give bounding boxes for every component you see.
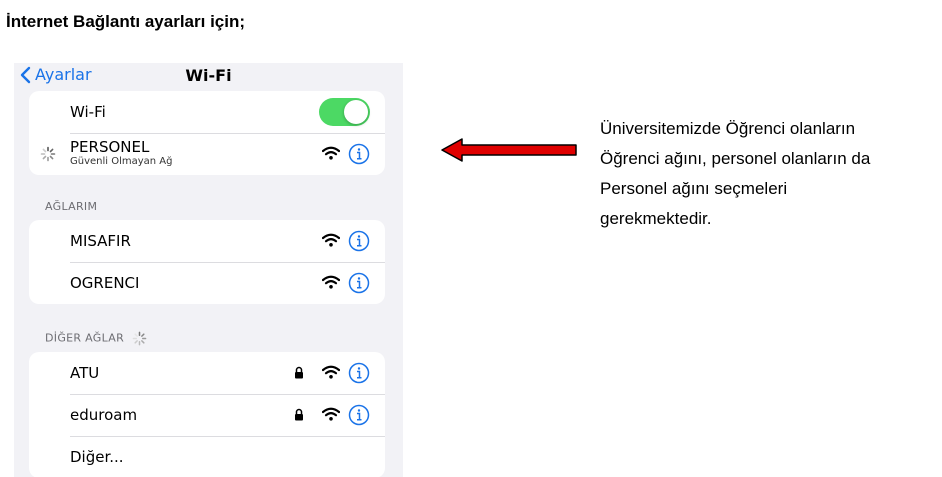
network-row[interactable]: ATU bbox=[29, 352, 385, 394]
wifi-settings-screenshot: Ayarlar Wi-Fi Wi-Fi PERSONEL Güvenli Olm… bbox=[14, 63, 403, 477]
current-network-subtitle: Güvenli Olmayan Ağ bbox=[70, 156, 173, 167]
wifi-group: Wi-Fi PERSONEL Güvenli Olmayan Ağ bbox=[29, 91, 385, 175]
other-networks-header-label: DİĞER AĞLAR bbox=[45, 331, 125, 345]
lock-icon bbox=[295, 366, 303, 379]
network-row[interactable]: eduroam bbox=[29, 394, 385, 436]
wifi-icon bbox=[322, 146, 340, 160]
network-name: OGRENCI bbox=[70, 274, 140, 292]
note-line: gerekmektedir. bbox=[600, 209, 712, 228]
wifi-toggle-row: Wi-Fi bbox=[29, 91, 385, 133]
wifi-icon bbox=[322, 407, 340, 421]
current-network-name: PERSONEL bbox=[70, 138, 150, 156]
note-line: Üniversitemizde Öğrenci olanların bbox=[600, 119, 856, 138]
toggle-knob bbox=[344, 100, 368, 124]
other-network-row[interactable]: Diğer... bbox=[29, 436, 385, 477]
wifi-icon bbox=[322, 365, 340, 379]
note-line: Personel ağını seçmeleri bbox=[600, 179, 788, 198]
spinner-icon bbox=[40, 146, 56, 162]
info-icon[interactable] bbox=[348, 404, 370, 426]
info-icon[interactable] bbox=[348, 230, 370, 252]
network-row[interactable]: OGRENCI bbox=[29, 262, 385, 304]
my-networks-header: AĞLARIM bbox=[45, 200, 98, 213]
current-network-row[interactable]: PERSONEL Güvenli Olmayan Ağ bbox=[29, 133, 385, 175]
other-network-label: Diğer... bbox=[70, 448, 124, 466]
lock-icon bbox=[295, 408, 303, 421]
info-icon[interactable] bbox=[348, 143, 370, 165]
note-line: Öğrenci ağını, personel olanların da bbox=[600, 149, 871, 168]
my-networks-group: MISAFIR OGRENCI bbox=[29, 220, 385, 304]
info-icon[interactable] bbox=[348, 362, 370, 384]
wifi-icon bbox=[322, 233, 340, 247]
page-title: Wi-Fi bbox=[185, 66, 232, 85]
wifi-toggle-label: Wi-Fi bbox=[70, 103, 106, 121]
spinner-icon bbox=[132, 331, 147, 346]
other-networks-header: DİĞER AĞLAR bbox=[45, 331, 147, 346]
wifi-toggle[interactable] bbox=[319, 98, 370, 126]
document-heading: İnternet Bağlantı ayarları için; bbox=[6, 12, 246, 31]
wifi-icon bbox=[322, 275, 340, 289]
info-icon[interactable] bbox=[348, 272, 370, 294]
network-row[interactable]: MISAFIR bbox=[29, 220, 385, 262]
network-name: MISAFIR bbox=[70, 232, 131, 250]
network-name: eduroam bbox=[70, 406, 138, 424]
other-networks-group: ATU eduroam Diğer... bbox=[29, 352, 385, 477]
red-arrow-icon bbox=[441, 138, 577, 162]
instruction-note: Üniversitemizde Öğrenci olanların Öğrenc… bbox=[600, 114, 935, 234]
navigation-bar: Ayarlar Wi-Fi bbox=[14, 63, 403, 91]
network-name: ATU bbox=[70, 364, 100, 382]
